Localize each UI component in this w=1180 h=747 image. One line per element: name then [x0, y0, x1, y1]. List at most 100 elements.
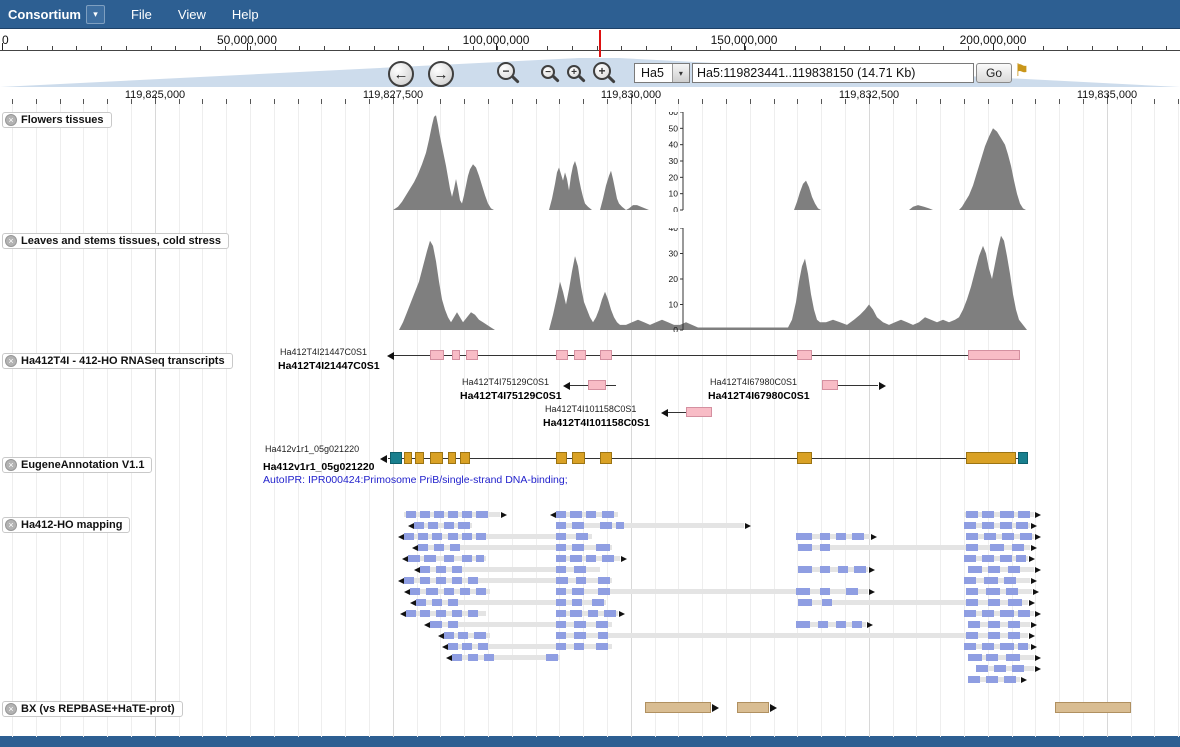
close-track-icon[interactable]: ×: [5, 355, 17, 367]
read-segment[interactable]: [1016, 555, 1026, 562]
read-segment[interactable]: [586, 511, 596, 518]
read-segment[interactable]: [406, 511, 416, 518]
read-segment[interactable]: [436, 577, 446, 584]
read-segment[interactable]: [596, 544, 610, 551]
read-segment[interactable]: [404, 577, 414, 584]
read-segment[interactable]: [420, 566, 430, 573]
app-menu-consortium[interactable]: Consortium: [8, 7, 81, 22]
read-segment[interactable]: [418, 533, 428, 540]
read-segment[interactable]: [588, 610, 598, 617]
read-segment[interactable]: [476, 555, 484, 562]
read-segment[interactable]: [966, 632, 978, 639]
read-segment[interactable]: [798, 599, 812, 606]
read-segment[interactable]: [1006, 588, 1018, 595]
read-segment[interactable]: [988, 599, 1000, 606]
read-segment[interactable]: [556, 588, 566, 595]
read-segment[interactable]: [556, 632, 566, 639]
read-segment[interactable]: [460, 588, 470, 595]
read-segment[interactable]: [1018, 610, 1030, 617]
gene-exon[interactable]: [600, 452, 612, 464]
pan-right-button[interactable]: →: [428, 61, 454, 87]
read-segment[interactable]: [988, 566, 1000, 573]
gene-exon[interactable]: [572, 452, 585, 464]
read-segment[interactable]: [426, 588, 438, 595]
close-track-icon[interactable]: ×: [5, 703, 17, 715]
read-segment[interactable]: [796, 588, 810, 595]
read-segment[interactable]: [986, 654, 998, 661]
read-segment[interactable]: [1000, 555, 1012, 562]
read-segment[interactable]: [448, 621, 458, 628]
read-segment[interactable]: [462, 555, 472, 562]
gene-exon[interactable]: [556, 452, 567, 464]
read-segment[interactable]: [556, 599, 566, 606]
read-segment[interactable]: [982, 522, 994, 529]
read-segment[interactable]: [1012, 665, 1024, 672]
read-segment[interactable]: [600, 522, 612, 529]
read-segment[interactable]: [984, 577, 998, 584]
read-segment[interactable]: [1002, 533, 1014, 540]
close-track-icon[interactable]: ×: [5, 459, 17, 471]
menu-file[interactable]: File: [131, 7, 152, 22]
read-segment[interactable]: [462, 643, 472, 650]
gene-exon[interactable]: [430, 452, 443, 464]
read-segment[interactable]: [854, 566, 866, 573]
read-segment[interactable]: [820, 533, 830, 540]
read-segment[interactable]: [574, 566, 586, 573]
read-segment[interactable]: [458, 632, 468, 639]
transcript-exon[interactable]: [588, 380, 606, 390]
read-segment[interactable]: [968, 621, 980, 628]
read-segment[interactable]: [1006, 654, 1020, 661]
read-segment[interactable]: [448, 643, 458, 650]
read-segment[interactable]: [572, 588, 584, 595]
close-track-icon[interactable]: ×: [5, 114, 17, 126]
read-segment[interactable]: [592, 599, 604, 606]
read-segment[interactable]: [976, 665, 988, 672]
read-segment[interactable]: [444, 522, 454, 529]
transcript-exon[interactable]: [574, 350, 586, 360]
gene-utr[interactable]: [1018, 452, 1028, 464]
read-segment[interactable]: [596, 621, 608, 628]
read-segment[interactable]: [448, 533, 458, 540]
read-segment[interactable]: [556, 577, 568, 584]
read-segment[interactable]: [436, 566, 446, 573]
read-segment[interactable]: [994, 665, 1006, 672]
read-segment[interactable]: [556, 544, 566, 551]
read-segment[interactable]: [576, 533, 588, 540]
transcript-exon[interactable]: [822, 380, 838, 390]
read-segment[interactable]: [968, 654, 982, 661]
read-segment[interactable]: [436, 610, 446, 617]
read-segment[interactable]: [546, 654, 558, 661]
read-segment[interactable]: [574, 643, 584, 650]
read-segment[interactable]: [556, 555, 566, 562]
gene-exon[interactable]: [966, 452, 1016, 464]
read-segment[interactable]: [468, 610, 478, 617]
read-segment[interactable]: [964, 610, 976, 617]
read-segment[interactable]: [1000, 511, 1014, 518]
read-segment[interactable]: [986, 676, 998, 683]
read-segment[interactable]: [988, 632, 1000, 639]
read-segment[interactable]: [476, 511, 488, 518]
read-segment[interactable]: [1008, 599, 1022, 606]
repeat-block[interactable]: [737, 702, 769, 713]
read-segment[interactable]: [452, 577, 462, 584]
read-segment[interactable]: [964, 555, 976, 562]
read-segment[interactable]: [556, 533, 566, 540]
gene-exon[interactable]: [415, 452, 424, 464]
read-segment[interactable]: [434, 511, 444, 518]
read-segment[interactable]: [474, 632, 486, 639]
read-segment[interactable]: [462, 533, 472, 540]
read-segment[interactable]: [1008, 566, 1020, 573]
read-segment[interactable]: [984, 533, 996, 540]
read-segment[interactable]: [572, 544, 584, 551]
read-segment[interactable]: [406, 610, 416, 617]
read-segment[interactable]: [448, 511, 458, 518]
read-segment[interactable]: [968, 676, 980, 683]
read-segment[interactable]: [556, 511, 566, 518]
read-segment[interactable]: [982, 643, 994, 650]
read-segment[interactable]: [796, 621, 810, 628]
read-segment[interactable]: [966, 544, 978, 551]
read-segment[interactable]: [450, 544, 460, 551]
read-segment[interactable]: [570, 555, 582, 562]
read-segment[interactable]: [1012, 544, 1024, 551]
zoom-in-button[interactable]: +: [567, 65, 581, 79]
